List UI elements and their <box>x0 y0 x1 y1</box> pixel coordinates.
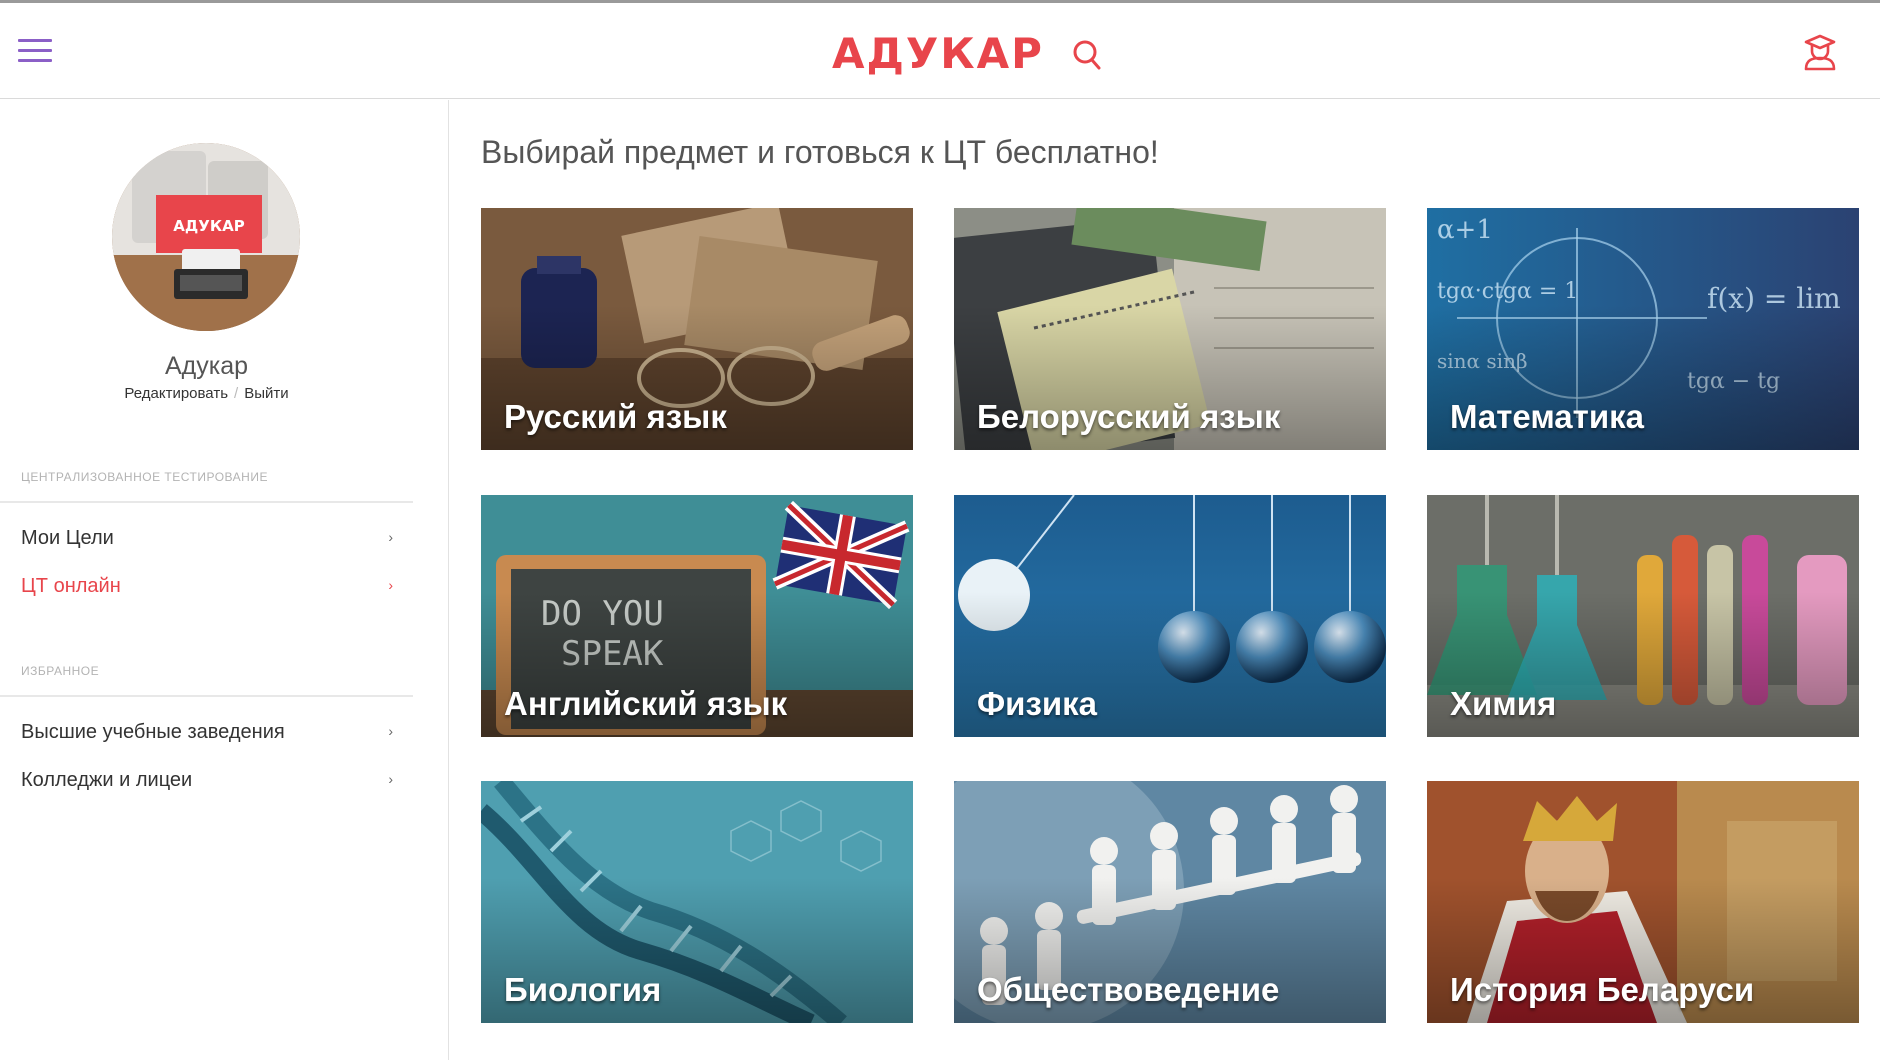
sidebar-item-label: ЦТ онлайн <box>21 575 121 597</box>
section-divider <box>0 695 413 697</box>
subject-label: Математика <box>1450 398 1644 435</box>
avatar-sign-text: АДУКАР <box>173 217 244 235</box>
subject-card-history[interactable]: История Беларуси <box>1427 781 1859 1023</box>
subject-label: Русский язык <box>504 398 727 435</box>
top-header: АДУКАР <box>0 3 1880 99</box>
page-title: Выбирай предмет и готовься к ЦТ бесплатн… <box>481 134 1159 170</box>
chevron-right-icon: › <box>388 723 393 739</box>
sidebar-item-label: Мои Цели <box>21 527 114 549</box>
chevron-right-icon: › <box>388 771 393 787</box>
logout-link[interactable]: Выйти <box>244 385 288 402</box>
section-title-favorites: Избранное <box>21 664 100 678</box>
subject-label: Белорусский язык <box>977 398 1281 435</box>
chevron-right-icon: › <box>388 577 393 593</box>
subject-label: Химия <box>1450 685 1557 722</box>
site-logo[interactable]: АДУКАР <box>832 29 1044 78</box>
subject-label: Английский язык <box>504 685 788 722</box>
sidebar-item-colleges[interactable]: Колледжи и лицеи › <box>21 761 393 801</box>
section-divider <box>0 501 413 503</box>
section-title-testing: Централизованное тестирование <box>21 470 268 484</box>
edit-profile-link[interactable]: Редактировать <box>124 385 228 402</box>
subject-card-chemistry[interactable]: Химия <box>1427 495 1859 737</box>
subject-label: Обществоведение <box>977 971 1280 1008</box>
user-name: Адукар <box>164 352 249 380</box>
subject-label: Физика <box>977 685 1098 722</box>
subject-card-belarusian[interactable]: Белорусский язык <box>954 208 1386 450</box>
subject-card-social-studies[interactable]: Обществоведение <box>954 781 1386 1023</box>
sidebar: АДУКАР Адукар Редактировать / Выйти Центра… <box>0 100 449 1060</box>
subject-card-biology[interactable]: Биология <box>481 781 913 1023</box>
sidebar-item-universities[interactable]: Высшие учебные заведения › <box>21 713 393 753</box>
subject-card-russian[interactable]: Русский язык <box>481 208 913 450</box>
chevron-right-icon: › <box>388 529 393 545</box>
avatar[interactable]: АДУКАР <box>112 143 300 331</box>
user-account-icon[interactable] <box>1802 33 1838 71</box>
sidebar-item-label: Колледжи и лицеи <box>21 769 193 791</box>
subject-label: История Беларуси <box>1450 971 1755 1008</box>
subject-card-physics[interactable]: Физика <box>954 495 1386 737</box>
sidebar-item-my-goals[interactable]: Мои Цели › <box>21 519 393 559</box>
search-icon[interactable] <box>1072 39 1102 71</box>
menu-icon[interactable] <box>18 39 52 63</box>
sidebar-item-ct-online[interactable]: ЦТ онлайн › <box>21 567 393 607</box>
sidebar-item-label: Высшие учебные заведения <box>21 721 285 743</box>
subject-label: Биология <box>504 971 662 1008</box>
user-links: Редактировать / Выйти <box>0 385 413 402</box>
subject-card-math[interactable]: α+1 tgα·ctgα = 1 f(x) = lim sinα sinβ tg… <box>1427 208 1859 450</box>
subject-card-english[interactable]: DO YOU SPEAK Английский язык <box>481 495 913 737</box>
link-separator: / <box>234 385 239 402</box>
